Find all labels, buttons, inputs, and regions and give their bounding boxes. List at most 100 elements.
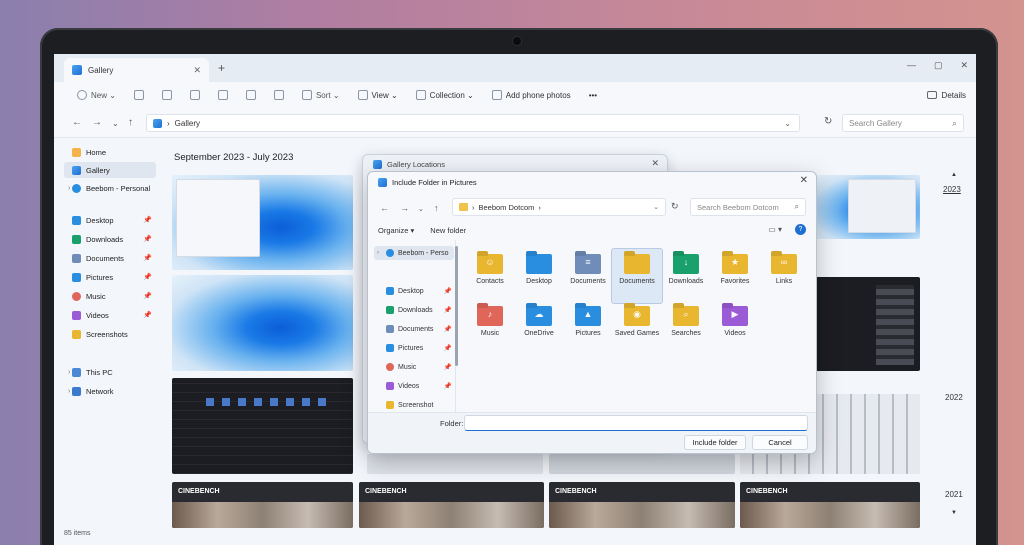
folder-item[interactable]: ♪ Music	[466, 306, 514, 339]
rename-button[interactable]	[209, 90, 237, 100]
close-icon[interactable]: ✕	[800, 175, 808, 186]
copy-button[interactable]	[153, 90, 181, 100]
folder-item[interactable]: ↓ Downloads	[662, 254, 710, 287]
new-folder-button[interactable]: New folder	[430, 226, 466, 235]
folder-item[interactable]: ∞ Links	[760, 254, 808, 287]
timeline-year[interactable]: 2022	[945, 393, 963, 402]
paste-button[interactable]	[181, 90, 209, 100]
dialog-sidebar-item-desktop[interactable]: Desktop 📌	[374, 284, 454, 298]
sidebar-item-music[interactable]: Music 📌	[64, 288, 156, 304]
add-phone-photos-button[interactable]: Add phone photos	[483, 90, 580, 100]
folder-item[interactable]: ▲ Pictures	[564, 306, 612, 339]
expand-chevron-icon[interactable]: ›	[377, 250, 379, 256]
photo-thumbnail[interactable]	[172, 378, 353, 474]
maximize-button[interactable]: ▢	[934, 60, 943, 71]
forward-arrow-icon[interactable]: →	[92, 117, 102, 128]
details-button[interactable]: Details	[926, 91, 966, 100]
refresh-icon[interactable]: ↻	[824, 116, 832, 127]
sidebar-item-gallery[interactable]: Gallery	[64, 162, 156, 178]
share-button[interactable]	[237, 90, 265, 100]
photo-thumbnail[interactable]: CINEBENCH	[172, 482, 353, 528]
breadcrumb-path[interactable]: Beebom Dotcom	[479, 203, 535, 212]
organize-button[interactable]: Organize ▾	[378, 226, 414, 235]
back-arrow-icon[interactable]: ←	[380, 203, 389, 213]
folder-item[interactable]: ≡ Documents	[564, 254, 612, 287]
cancel-button[interactable]: Cancel	[752, 435, 808, 450]
breadcrumb-dropdown-icon[interactable]: ⌄	[653, 203, 659, 211]
photo-thumbnail[interactable]	[549, 454, 735, 474]
photo-thumbnail[interactable]	[367, 454, 543, 474]
breadcrumb-dropdown-icon[interactable]: ⌄	[784, 119, 791, 128]
folder-item[interactable]: Desktop	[515, 254, 563, 287]
folder-item[interactable]: Documents	[611, 248, 663, 304]
folder-item[interactable]: ◉ Saved Games	[613, 306, 661, 339]
expand-chevron-icon[interactable]: ›	[68, 185, 70, 192]
sidebar-item-pictures[interactable]: Pictures 📌	[64, 269, 156, 285]
dialog-sidebar-item-videos[interactable]: Videos 📌	[374, 379, 454, 393]
dialog-breadcrumb[interactable]: › Beebom Dotcom › ⌄	[452, 198, 666, 216]
dialog-search-input[interactable]: Search Beebom Dotcom ⌕	[690, 198, 806, 216]
photo-thumbnail[interactable]: CINEBENCH	[740, 482, 920, 528]
view-button[interactable]: View ⌄	[349, 90, 407, 100]
folder-item[interactable]: ⌕ Searches	[662, 306, 710, 339]
sidebar-item-onedrive[interactable]: › Beebom - Personal	[64, 180, 156, 196]
photo-thumbnail[interactable]	[172, 275, 353, 371]
help-icon[interactable]: ?	[795, 224, 806, 235]
dialog-sidebar-item-screenshots[interactable]: Screenshot	[374, 398, 454, 412]
sidebar-item-this-pc[interactable]: › This PC	[64, 364, 156, 380]
sidebar-item-videos[interactable]: Videos 📌	[64, 307, 156, 323]
breadcrumb-gallery[interactable]: Gallery	[175, 119, 200, 128]
photo-thumbnail[interactable]: CINEBENCH	[359, 482, 544, 528]
sidebar-item-network[interactable]: › Network	[64, 383, 156, 399]
collection-button[interactable]: Collection ⌄	[407, 90, 483, 100]
folder-item[interactable]: ▶ Videos	[711, 306, 759, 339]
view-options-icon[interactable]: ▭ ▾	[768, 225, 782, 234]
close-icon[interactable]: ✕	[651, 158, 659, 169]
back-arrow-icon[interactable]: ←	[72, 117, 82, 128]
dialog-sidebar-item-pictures[interactable]: Pictures 📌	[374, 341, 454, 355]
recent-chevron-icon[interactable]: ⌄	[418, 205, 424, 213]
new-button[interactable]: New ⌄	[68, 90, 125, 100]
sidebar-item-downloads[interactable]: Downloads 📌	[64, 231, 156, 247]
sidebar-item-documents[interactable]: Documents 📌	[64, 250, 156, 266]
sidebar-item-home[interactable]: Home	[64, 144, 156, 160]
folder-item[interactable]: ☺ Contacts	[466, 254, 514, 287]
folder-item[interactable]: ★ Favorites	[711, 254, 759, 287]
up-arrow-icon[interactable]: ↑	[128, 117, 133, 128]
sidebar-item-desktop[interactable]: Desktop 📌	[64, 212, 156, 228]
recent-chevron-icon[interactable]: ⌄	[112, 119, 119, 128]
timeline-year[interactable]: 2023	[943, 185, 961, 194]
dialog-sidebar-item-music[interactable]: Music 📌	[374, 360, 454, 374]
photo-thumbnail[interactable]	[814, 277, 920, 371]
expand-chevron-icon[interactable]: ›	[68, 369, 70, 376]
timeline-up-arrow-icon[interactable]: ▲	[951, 172, 957, 178]
folder-item[interactable]: ☁ OneDrive	[515, 306, 563, 339]
photo-thumbnail[interactable]	[814, 175, 920, 239]
tab-close-icon[interactable]: ✕	[193, 65, 201, 76]
dialog-sidebar-item-documents[interactable]: Documents 📌	[374, 322, 454, 336]
timeline-down-arrow-icon[interactable]: ▼	[951, 510, 957, 516]
close-button[interactable]: ✕	[960, 60, 968, 71]
tab-gallery[interactable]: Gallery ✕	[64, 58, 209, 82]
expand-chevron-icon[interactable]: ›	[68, 388, 70, 395]
refresh-icon[interactable]: ↻	[671, 201, 679, 212]
photo-thumbnail[interactable]: CINEBENCH	[549, 482, 735, 528]
breadcrumb[interactable]: › Gallery ⌄	[146, 114, 800, 132]
cut-button[interactable]	[125, 90, 153, 100]
sidebar-item-screenshots[interactable]: Screenshots	[64, 326, 156, 342]
forward-arrow-icon[interactable]: →	[400, 203, 409, 213]
photo-thumbnail[interactable]	[172, 175, 353, 270]
minimize-button[interactable]: —	[907, 60, 916, 71]
sort-button[interactable]: Sort ⌄	[293, 90, 349, 100]
dialog-sidebar-item-downloads[interactable]: Downloads 📌	[374, 303, 454, 317]
dialog-sidebar-item-onedrive[interactable]: › Beebom - Perso	[374, 246, 454, 260]
sidebar-scrollbar[interactable]	[455, 246, 458, 366]
timeline-year[interactable]: 2021	[945, 490, 963, 499]
delete-button[interactable]	[265, 90, 293, 100]
search-input[interactable]: Search Gallery ⌕	[842, 114, 964, 132]
new-tab-button[interactable]: +	[218, 61, 225, 75]
folder-field[interactable]	[464, 415, 808, 431]
more-options-button[interactable]: •••	[580, 91, 606, 100]
include-folder-button[interactable]: Include folder	[684, 435, 746, 450]
up-arrow-icon[interactable]: ↑	[434, 203, 439, 213]
